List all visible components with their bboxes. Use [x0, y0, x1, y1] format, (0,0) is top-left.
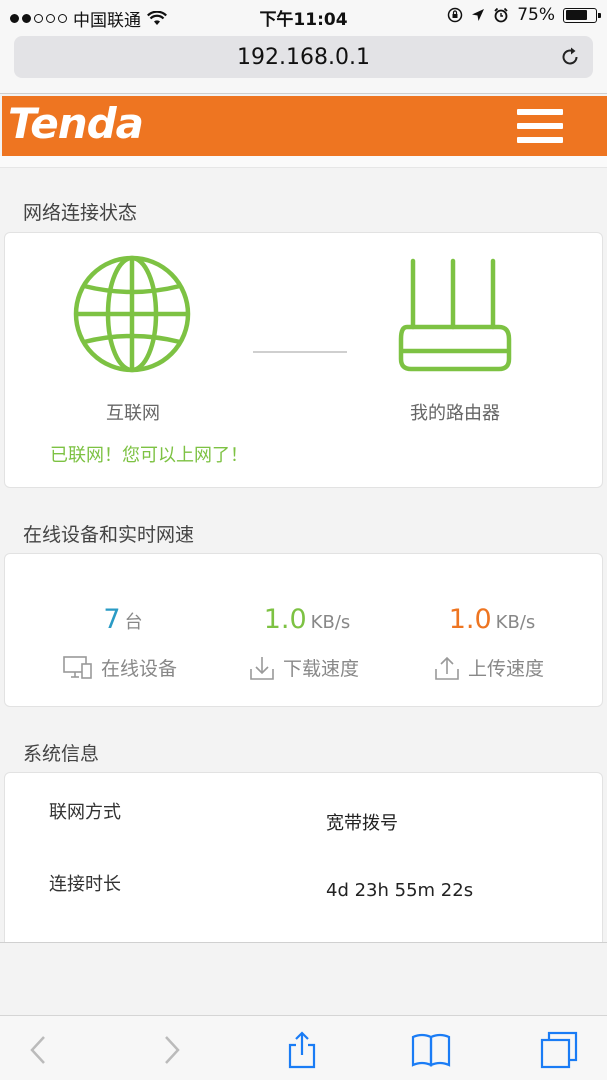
devices-count: 7: [103, 604, 121, 635]
status-bar: 中国联通 下午11:04 75%: [0, 0, 607, 32]
battery-icon: [563, 7, 601, 23]
internet-label: 互联网: [106, 403, 160, 424]
download-stat[interactable]: 1.0 KB/s: [207, 604, 407, 635]
alarm-icon: [494, 7, 508, 23]
back-icon: [30, 1036, 45, 1064]
browser-address-area: 192.168.0.1: [0, 32, 607, 94]
monitor-icon: [63, 655, 92, 679]
online-devices-card: 7台 1.0 KB/s 1.0 KB/s 在线设备 下载速度 上传速度: [4, 553, 603, 707]
share-button[interactable]: [282, 1030, 322, 1070]
connection-line: [253, 351, 347, 353]
connection-type-label: 联网方式: [49, 802, 121, 823]
router-label: 我的路由器: [410, 403, 500, 424]
download-speed-label: 下载速度: [283, 658, 360, 680]
page-bottom-area: [0, 942, 607, 1015]
upload-stat[interactable]: 1.0 KB/s: [392, 604, 592, 635]
connection-type-value: 宽带拨号: [326, 813, 398, 834]
system-info-title: 系统信息: [23, 743, 100, 765]
download-speed-unit: KB/s: [310, 612, 351, 633]
page-top-strip: [0, 156, 607, 168]
forward-button[interactable]: [152, 1030, 192, 1070]
tabs-button[interactable]: [539, 1030, 579, 1070]
devices-unit: 台: [124, 612, 143, 633]
share-icon: [288, 1031, 316, 1069]
online-devices-title: 在线设备和实时网速: [23, 524, 195, 546]
tenda-logo[interactable]: Tenda: [8, 99, 144, 148]
rotation-lock-icon: [447, 7, 463, 23]
address-bar[interactable]: 192.168.0.1: [14, 36, 593, 78]
back-button[interactable]: [18, 1030, 58, 1070]
globe-icon[interactable]: [70, 230, 194, 380]
bookmarks-icon: [411, 1033, 451, 1067]
connection-duration-label: 连接时长: [49, 874, 121, 895]
upload-speed-unit: KB/s: [495, 612, 536, 633]
reload-icon[interactable]: [559, 46, 581, 68]
url-text[interactable]: 192.168.0.1: [14, 45, 593, 70]
battery-percent: 75%: [517, 5, 555, 25]
online-devices-label: 在线设备: [101, 658, 178, 680]
devices-stat[interactable]: 7台: [23, 604, 223, 635]
download-speed-link[interactable]: 下载速度: [249, 654, 359, 681]
network-status-card: 互联网 我的路由器 已联网！您可以上网了！: [4, 232, 603, 488]
tabs-icon: [540, 1031, 578, 1069]
hamburger-menu-icon[interactable]: [517, 109, 563, 143]
download-icon: [250, 656, 274, 680]
online-devices-link[interactable]: 在线设备: [63, 654, 177, 681]
browser-toolbar: [0, 1015, 607, 1080]
upload-speed-link[interactable]: 上传速度: [434, 654, 544, 681]
bookmarks-button[interactable]: [411, 1030, 451, 1070]
location-icon: [472, 9, 485, 21]
app-header: Tenda: [2, 96, 607, 156]
network-status-title: 网络连接状态: [23, 202, 138, 224]
forward-icon: [165, 1036, 180, 1064]
router-icon[interactable]: [393, 255, 517, 375]
connection-duration-value: 4d 23h 55m 22s: [326, 880, 474, 901]
upload-icon: [435, 656, 459, 680]
connection-status-message: 已联网！您可以上网了！: [50, 445, 248, 466]
upload-speed-value: 1.0: [448, 604, 492, 635]
download-speed-value: 1.0: [263, 604, 307, 635]
status-right: 75%: [447, 5, 601, 25]
upload-speed-label: 上传速度: [468, 658, 545, 680]
